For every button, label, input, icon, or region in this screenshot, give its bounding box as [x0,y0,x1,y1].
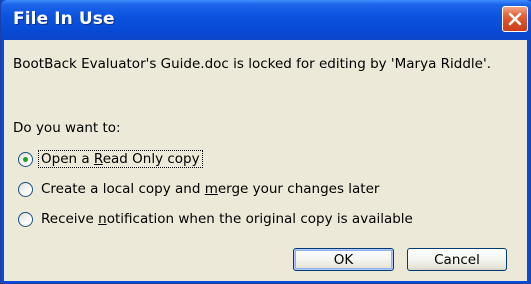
title-bar[interactable]: File In Use [1,0,531,40]
dialog-title: File In Use [13,9,115,29]
dialog-body: BootBack Evaluator's Guide.doc is locked… [4,40,527,281]
lock-message: BootBack Evaluator's Guide.doc is locked… [13,56,491,72]
option-read-only-label: Open a Read Only copy [38,150,203,168]
file-in-use-dialog: File In Use BootBack Evaluator's Guide.d… [0,0,531,284]
radio-notification[interactable] [18,211,33,227]
prompt-text: Do you want to: [13,120,121,136]
radio-read-only[interactable] [18,151,33,167]
close-icon [508,12,522,26]
close-button[interactable] [502,6,528,32]
cancel-button[interactable]: Cancel [407,248,507,271]
option-notification-label: Receive notification when the original c… [41,211,413,227]
option-read-only[interactable]: Open a Read Only copy [18,148,203,170]
option-local-copy-label: Create a local copy and merge your chang… [41,181,380,197]
radio-local-copy[interactable] [18,181,33,197]
option-notification[interactable]: Receive notification when the original c… [18,208,415,230]
option-local-copy[interactable]: Create a local copy and merge your chang… [18,178,381,200]
ok-button[interactable]: OK [293,248,394,271]
